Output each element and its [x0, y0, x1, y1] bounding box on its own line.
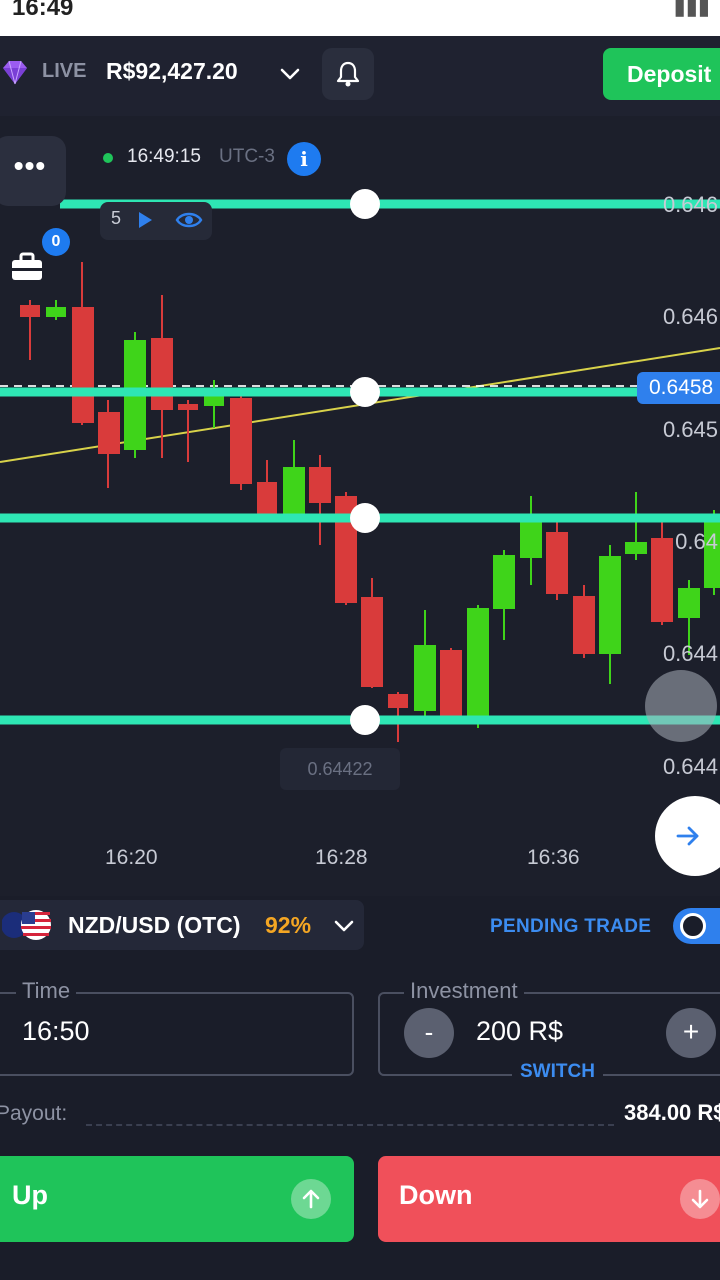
pending-trade-label: PENDING TRADE [490, 916, 652, 937]
payout-amount: 384.00 R$ [624, 1100, 720, 1125]
expiry-time-value[interactable]: 16:50 [22, 1016, 90, 1047]
bell-icon [336, 61, 360, 87]
down-button-label[interactable]: Down [399, 1180, 473, 1211]
price-axis-label: 0.644 [662, 641, 718, 666]
price-axis-label: 0.64 [675, 529, 718, 554]
more-menu-button[interactable]: ••• [0, 136, 66, 206]
arrow-right-icon [676, 826, 699, 846]
price-axis-label: 0.644 [662, 754, 718, 779]
current-price-tag: 0.6458 [637, 372, 720, 404]
server-clock: 16:49:15 [127, 146, 201, 167]
status-bar: 16:49 ▮▮▮ [0, 0, 720, 36]
drag-handle[interactable] [645, 670, 717, 742]
low-price-marker: 0.64422 [280, 748, 400, 790]
switch-button[interactable]: SWITCH [512, 1061, 603, 1083]
price-axis-label: 0.646 [662, 192, 718, 217]
notifications-button[interactable] [322, 48, 374, 100]
online-indicator [103, 153, 113, 163]
info-icon[interactable]: i [287, 142, 321, 176]
play-icon[interactable] [136, 210, 154, 230]
increase-investment-button[interactable]: + [666, 1008, 716, 1058]
time-axis-label: 16:36 [527, 846, 580, 869]
gem-icon [3, 60, 27, 85]
account-mode-label: LIVE [42, 60, 87, 82]
investment-field-label: Investment [404, 978, 524, 1004]
decrease-investment-button[interactable]: - [404, 1008, 454, 1058]
signal-icon: ▮▮▮ [673, 0, 710, 19]
up-button-label[interactable]: Up [12, 1180, 48, 1211]
deposit-button[interactable]: Deposit [603, 48, 720, 100]
investment-amount[interactable]: 200 R$ [476, 1016, 563, 1047]
asset-name: NZD/USD (OTC) [68, 912, 241, 938]
arrow-up-icon [291, 1179, 331, 1219]
chevron-down-icon[interactable] [278, 62, 302, 86]
asset-payout-percent: 92% [265, 912, 312, 938]
chevron-down-icon[interactable] [332, 914, 356, 938]
time-axis-label: 16:28 [315, 846, 368, 869]
account-balance[interactable]: R$92,427.20 [106, 58, 238, 85]
toggle-knob [680, 913, 706, 939]
time-field-label: Time [16, 978, 77, 1004]
status-time: 16:49 [12, 0, 74, 21]
price-axis-label: 0.645 [662, 417, 718, 442]
briefcase-icon[interactable] [10, 252, 44, 282]
price-axis-label: 0.646 [662, 304, 718, 329]
payout-divider [86, 1124, 614, 1126]
payout-label: Payout: [0, 1102, 68, 1125]
open-trades-badge: 0 [42, 228, 70, 256]
nzd-usd-flag-icon [2, 910, 51, 940]
time-axis-label: 16:20 [105, 846, 158, 869]
candles [20, 262, 720, 742]
timeframe-value: 5 [111, 208, 122, 228]
timezone-label: UTC-3 [219, 146, 275, 167]
arrow-down-icon [680, 1179, 720, 1219]
eye-icon[interactable] [175, 208, 203, 232]
